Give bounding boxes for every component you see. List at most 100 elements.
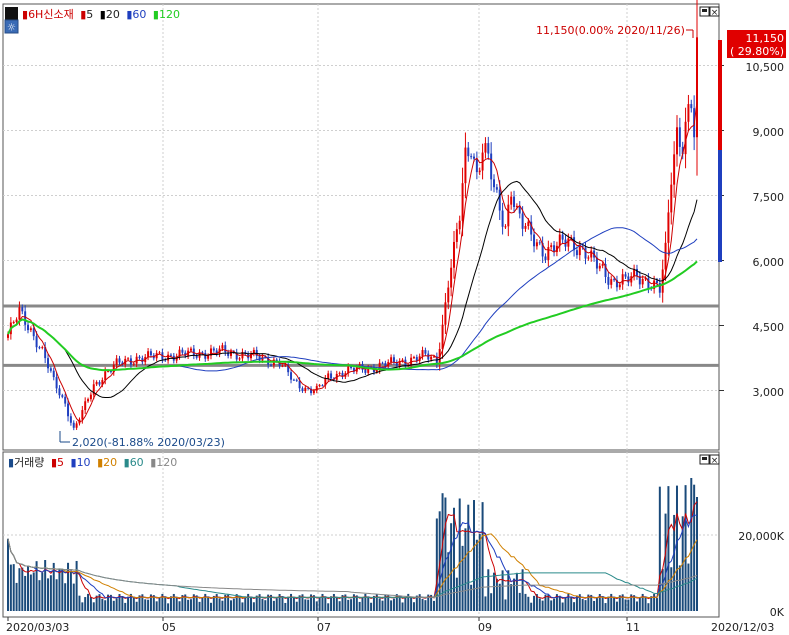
candle-body bbox=[41, 347, 44, 349]
volume-bar bbox=[647, 603, 650, 611]
volume-bar bbox=[315, 601, 318, 611]
price-y-axis: 10,500 9,000 7,500 6,000 4,500 3,000 bbox=[746, 61, 785, 399]
x-tick-label: 07 bbox=[317, 621, 331, 634]
candle-body bbox=[452, 241, 455, 268]
candle-body bbox=[350, 366, 353, 369]
candle-body bbox=[667, 212, 670, 243]
candle-body bbox=[27, 324, 30, 331]
volume-bar bbox=[564, 596, 567, 611]
candle-body bbox=[258, 356, 261, 361]
volume-bar bbox=[272, 600, 275, 611]
candle-body bbox=[473, 156, 476, 159]
volume-bar bbox=[573, 602, 576, 611]
candle-body bbox=[521, 213, 524, 229]
volume-bar bbox=[252, 602, 255, 611]
volume-bar bbox=[72, 583, 75, 611]
candle-body bbox=[513, 196, 516, 207]
volume-bar bbox=[155, 601, 158, 611]
candle-body bbox=[641, 279, 644, 285]
legend-volume: 거래량 bbox=[14, 456, 44, 469]
candle-body bbox=[95, 382, 98, 385]
candle-body bbox=[547, 247, 550, 260]
volume-bar bbox=[455, 577, 458, 611]
volume-bar bbox=[601, 596, 604, 611]
volume-bar bbox=[464, 528, 467, 611]
candle-body bbox=[127, 358, 130, 360]
candle-body bbox=[484, 143, 487, 153]
legend-vma10: 10 bbox=[77, 456, 91, 469]
svg-text:▮6H신소재 ▮5 ▮20: ▮6H신소재 ▮5 ▮20 ▮60 ▮120 bbox=[22, 8, 180, 21]
volume-bar bbox=[521, 569, 524, 611]
volume-bar bbox=[553, 598, 556, 611]
candle-body bbox=[627, 276, 630, 283]
volume-bar bbox=[292, 597, 295, 611]
candle-body bbox=[81, 410, 84, 420]
candle-body bbox=[601, 264, 604, 266]
range-bar-up bbox=[718, 40, 722, 150]
candle-body bbox=[524, 226, 527, 229]
candle-body bbox=[69, 416, 72, 423]
volume-bar bbox=[41, 572, 44, 611]
volume-bar bbox=[690, 478, 693, 611]
x-axis: 2020/03/03 05 07 09 11 2020/12/03 bbox=[6, 621, 774, 634]
candle-body bbox=[49, 368, 52, 371]
volume-bar bbox=[29, 574, 32, 611]
candle-body bbox=[490, 153, 493, 180]
volume-bar bbox=[189, 599, 192, 611]
volume-bar bbox=[370, 602, 373, 611]
volume-legend: ▮거래량 ▮5 ▮10 ▮20 ▮60 ▮120 bbox=[8, 456, 177, 469]
legend-vma20: 20 bbox=[103, 456, 117, 469]
last-price-change: ( 29.80%) bbox=[730, 45, 784, 58]
volume-bar bbox=[244, 597, 247, 611]
volume-bar bbox=[169, 596, 172, 611]
candle-body bbox=[675, 127, 678, 155]
candle-body bbox=[464, 147, 467, 184]
volume-bar bbox=[481, 502, 484, 611]
volume-bar bbox=[404, 596, 407, 611]
volume-bar bbox=[513, 578, 516, 611]
volume-bar bbox=[218, 598, 221, 611]
candle-body bbox=[444, 302, 447, 325]
volume-bar bbox=[112, 600, 115, 611]
volume-bar bbox=[338, 601, 341, 611]
volume-bar bbox=[447, 552, 450, 611]
candle-body bbox=[338, 372, 341, 374]
volume-bar bbox=[498, 583, 501, 611]
legend-ma60: 60 bbox=[132, 8, 146, 21]
volume-bar bbox=[144, 599, 147, 611]
candle-body bbox=[229, 351, 232, 356]
volume-bar bbox=[473, 500, 476, 611]
candle-body bbox=[455, 229, 458, 242]
legend-vma120: 120 bbox=[156, 456, 177, 469]
candle-body bbox=[578, 246, 581, 256]
candle-body bbox=[15, 319, 18, 323]
volume-bar bbox=[412, 602, 415, 611]
candle-body bbox=[84, 401, 87, 411]
volume-bar bbox=[304, 599, 307, 611]
volume-bar bbox=[495, 578, 498, 611]
volume-bar bbox=[461, 545, 464, 611]
volume-bar bbox=[613, 597, 616, 611]
volume-bar bbox=[9, 564, 12, 611]
volume-bar bbox=[518, 592, 521, 611]
volume-bar bbox=[121, 595, 124, 611]
volume-bar bbox=[475, 539, 478, 611]
volume-bar bbox=[84, 597, 87, 611]
volume-bar bbox=[487, 569, 490, 611]
candle-body bbox=[664, 242, 667, 270]
volume-bar bbox=[307, 599, 310, 611]
candle-body bbox=[441, 324, 444, 349]
volume-bar bbox=[92, 602, 95, 611]
y-tick-label: 4,500 bbox=[753, 321, 785, 334]
pane-menu-icon[interactable] bbox=[5, 7, 18, 20]
volume-bar bbox=[209, 602, 212, 611]
volume-bar bbox=[295, 601, 298, 611]
candle-body bbox=[610, 279, 613, 285]
last-price-value: 11,150 bbox=[746, 32, 785, 45]
candle-body bbox=[58, 388, 61, 396]
volume-bar bbox=[398, 595, 401, 611]
volume-bar bbox=[538, 598, 541, 611]
volume-bar bbox=[115, 598, 118, 611]
volume-bar bbox=[275, 598, 278, 611]
volume-bar bbox=[7, 538, 9, 611]
